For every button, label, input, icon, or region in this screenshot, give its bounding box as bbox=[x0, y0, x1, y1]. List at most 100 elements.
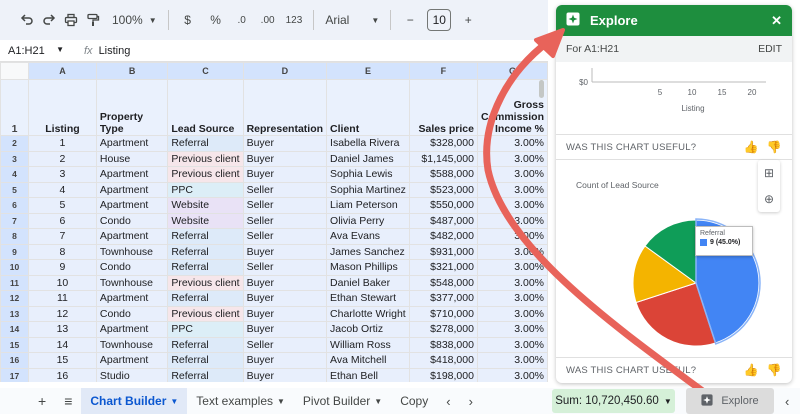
cell-gci[interactable]: 3.00% bbox=[476, 290, 548, 307]
collapse-panel-icon[interactable]: ‹ bbox=[776, 388, 798, 414]
undo-icon[interactable] bbox=[16, 7, 38, 33]
cell-lead[interactable]: Previous client bbox=[167, 305, 244, 322]
row-header[interactable]: 12 bbox=[0, 290, 29, 307]
cell-rep[interactable]: Buyer bbox=[242, 367, 328, 382]
cell-gci[interactable]: 3.00% bbox=[476, 274, 548, 291]
spreadsheet-grid[interactable]: ABCDEFG 1 Listing Property Type Lead Source… bbox=[0, 62, 548, 382]
cell-price[interactable]: $198,000 bbox=[408, 367, 478, 382]
cell-lead[interactable]: Referral bbox=[167, 135, 244, 152]
cell-lead[interactable]: Previous client bbox=[167, 274, 244, 291]
row-header[interactable]: 9 bbox=[0, 243, 29, 260]
header-cell[interactable]: Sales price bbox=[408, 79, 478, 136]
cell-listing[interactable]: 6 bbox=[27, 212, 97, 229]
paint-format-icon[interactable] bbox=[82, 7, 104, 33]
edit-range-button[interactable]: EDIT bbox=[758, 43, 782, 55]
font-size-input[interactable]: 10 bbox=[427, 9, 452, 31]
cell-lead[interactable]: Previous client bbox=[167, 166, 244, 183]
vertical-scrollbar[interactable] bbox=[538, 80, 545, 380]
tab-copy[interactable]: Copy bbox=[391, 388, 437, 414]
cell-price[interactable]: $548,000 bbox=[408, 274, 478, 291]
column-header[interactable]: B bbox=[95, 62, 169, 80]
cell-listing[interactable]: 16 bbox=[27, 367, 97, 382]
cell-client[interactable]: Ethan Bell bbox=[326, 367, 410, 382]
cell-gci[interactable]: 3.00% bbox=[476, 166, 548, 183]
row-header[interactable]: 16 bbox=[0, 352, 29, 369]
cell-gci[interactable]: 3.00% bbox=[476, 336, 548, 353]
scroll-tabs-left-icon[interactable]: ‹ bbox=[437, 388, 459, 414]
explore-button[interactable]: Explore bbox=[686, 388, 774, 414]
cell-gci[interactable]: 3.00% bbox=[476, 197, 548, 214]
select-all-corner[interactable] bbox=[0, 62, 29, 80]
cell-lead[interactable]: Referral bbox=[167, 243, 244, 260]
cell-lead[interactable]: Referral bbox=[167, 336, 244, 353]
cell-gci[interactable]: 3.00% bbox=[476, 352, 548, 369]
cell-rep[interactable]: Buyer bbox=[242, 166, 328, 183]
header-cell[interactable]: Client bbox=[326, 79, 410, 136]
cell-gci[interactable]: 3.00% bbox=[476, 135, 548, 152]
cell-type[interactable]: House bbox=[95, 150, 169, 167]
thumbs-down-icon[interactable]: 👎 bbox=[767, 140, 782, 154]
cell-client[interactable]: Sophia Lewis bbox=[326, 166, 410, 183]
cell-type[interactable]: Apartment bbox=[95, 321, 169, 338]
cell-rep[interactable]: Seller bbox=[242, 181, 328, 198]
header-cell[interactable]: Lead Source bbox=[167, 79, 244, 136]
row-header[interactable]: 4 bbox=[0, 166, 29, 183]
font-select[interactable]: Arial ▼ bbox=[322, 7, 382, 33]
cell-rep[interactable]: Seller bbox=[242, 197, 328, 214]
cell-price[interactable]: $710,000 bbox=[408, 305, 478, 322]
row-header[interactable]: 8 bbox=[0, 228, 29, 245]
cell-rep[interactable]: Buyer bbox=[242, 290, 328, 307]
cell-type[interactable]: Apartment bbox=[95, 352, 169, 369]
tab-chart-builder[interactable]: Chart Builder ▼ bbox=[81, 388, 188, 414]
cell-lead[interactable]: Referral bbox=[167, 352, 244, 369]
thumbs-up-icon[interactable]: 👍 bbox=[744, 363, 759, 377]
row-header[interactable]: 13 bbox=[0, 305, 29, 322]
cell-gci[interactable]: 3.00% bbox=[476, 212, 548, 229]
cell-listing[interactable]: 13 bbox=[27, 321, 97, 338]
cell-price[interactable]: $931,000 bbox=[408, 243, 478, 260]
column-header[interactable]: F bbox=[408, 62, 478, 80]
thumbs-up-icon[interactable]: 👍 bbox=[744, 140, 759, 154]
cell-listing[interactable]: 1 bbox=[27, 135, 97, 152]
column-header[interactable]: G bbox=[476, 62, 548, 80]
cell-price[interactable]: $321,000 bbox=[408, 259, 478, 276]
thumbs-down-icon[interactable]: 👎 bbox=[767, 363, 782, 377]
cell-client[interactable]: Daniel James bbox=[326, 150, 410, 167]
cell-listing[interactable]: 9 bbox=[27, 259, 97, 276]
name-box[interactable]: A1:H21 ▼ bbox=[0, 45, 70, 57]
cell-price[interactable]: $588,000 bbox=[408, 166, 478, 183]
zoom-select[interactable]: 100% ▼ bbox=[104, 7, 160, 33]
row-header[interactable]: 7 bbox=[0, 212, 29, 229]
cell-lead[interactable]: Website bbox=[167, 197, 244, 214]
column-header[interactable]: E bbox=[326, 62, 410, 80]
row-header[interactable]: 6 bbox=[0, 197, 29, 214]
header-cell[interactable]: Property Type bbox=[95, 79, 169, 136]
cell-type[interactable]: Condo bbox=[95, 212, 169, 229]
cell-lead[interactable]: Referral bbox=[167, 290, 244, 307]
cell-type[interactable]: Apartment bbox=[95, 290, 169, 307]
close-icon[interactable]: ✕ bbox=[771, 13, 782, 29]
redo-icon[interactable] bbox=[38, 7, 60, 33]
cell-gci[interactable]: 3.00% bbox=[476, 228, 548, 245]
sum-indicator[interactable]: Sum: 10,720,450.60 ▼ bbox=[552, 389, 675, 413]
cell-listing[interactable]: 4 bbox=[27, 181, 97, 198]
cell-lead[interactable]: PPC bbox=[167, 181, 244, 198]
cell-lead[interactable]: Referral bbox=[167, 259, 244, 276]
formula-input[interactable]: Listing bbox=[99, 45, 131, 57]
cell-rep[interactable]: Buyer bbox=[242, 305, 328, 322]
increase-decimal-button[interactable]: .00 bbox=[257, 7, 279, 33]
cell-type[interactable]: Apartment bbox=[95, 166, 169, 183]
pie-chart-card[interactable]: Count of Lead Source bbox=[556, 175, 792, 351]
more-formats-button[interactable]: 123 bbox=[283, 7, 306, 33]
add-sheet-button[interactable]: + bbox=[0, 388, 55, 414]
cell-client[interactable]: Daniel Baker bbox=[326, 274, 410, 291]
cell-type[interactable]: Apartment bbox=[95, 197, 169, 214]
cell-rep[interactable]: Seller bbox=[242, 212, 328, 229]
cell-lead[interactable]: Previous client bbox=[167, 150, 244, 167]
cell-client[interactable]: Sophia Martinez bbox=[326, 181, 410, 198]
column-header[interactable]: C bbox=[167, 62, 244, 80]
cell-rep[interactable]: Buyer bbox=[242, 135, 328, 152]
cell-listing[interactable]: 5 bbox=[27, 197, 97, 214]
insert-chart-icon[interactable]: ⊞ bbox=[764, 166, 774, 180]
cell-rep[interactable]: Buyer bbox=[242, 321, 328, 338]
